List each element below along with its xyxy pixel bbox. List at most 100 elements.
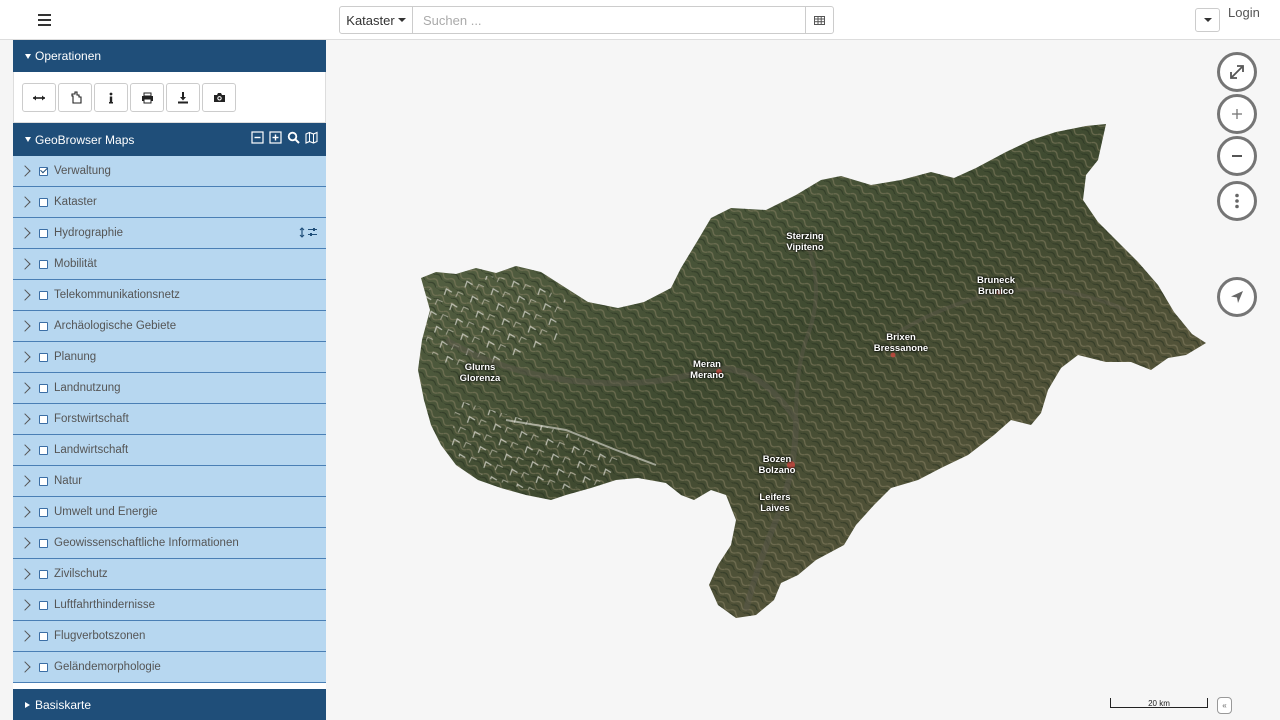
layer-row[interactable]: Landwirtschaft bbox=[13, 435, 326, 466]
search-input[interactable] bbox=[413, 7, 805, 33]
layer-checkbox[interactable] bbox=[39, 352, 48, 362]
chevron-right-icon[interactable] bbox=[19, 320, 31, 332]
layer-row[interactable]: Natur bbox=[13, 466, 326, 497]
geobrowser-panel-header[interactable]: GeoBrowser Maps bbox=[13, 123, 326, 156]
chevron-right-icon[interactable] bbox=[19, 537, 31, 549]
map-icon[interactable] bbox=[305, 131, 318, 144]
user-dropdown-button[interactable] bbox=[1195, 8, 1220, 32]
chevron-right-icon[interactable] bbox=[19, 289, 31, 301]
city-name-it: Bressanone bbox=[873, 343, 929, 354]
camera-button[interactable] bbox=[202, 83, 236, 112]
layer-checkbox[interactable] bbox=[39, 445, 48, 455]
fullscreen-button[interactable] bbox=[1217, 52, 1257, 92]
menu-icon[interactable] bbox=[34, 11, 54, 29]
chevron-right-icon[interactable] bbox=[19, 444, 31, 456]
layer-row[interactable]: Kataster bbox=[13, 187, 326, 218]
layer-checkbox[interactable] bbox=[39, 197, 48, 207]
scale-label: 20 km bbox=[1148, 699, 1170, 708]
more-options-button[interactable] bbox=[1217, 181, 1257, 221]
layer-checkbox[interactable] bbox=[39, 662, 48, 672]
search-type-dropdown[interactable]: Kataster bbox=[340, 7, 413, 33]
layer-checkbox[interactable] bbox=[39, 383, 48, 393]
geobrowser-title: GeoBrowser Maps bbox=[35, 132, 135, 147]
layer-row[interactable]: Planung bbox=[13, 342, 326, 373]
navigation-arrow-icon bbox=[1231, 291, 1243, 303]
layer-row[interactable]: Mobilität bbox=[13, 249, 326, 280]
chevron-right-icon[interactable] bbox=[19, 165, 31, 177]
chevron-right-icon[interactable] bbox=[19, 568, 31, 580]
layer-checkbox[interactable] bbox=[39, 569, 48, 579]
select-button[interactable] bbox=[58, 83, 92, 112]
layer-checkbox[interactable] bbox=[39, 476, 48, 486]
collapse-all-icon[interactable] bbox=[251, 131, 264, 144]
layer-checkbox[interactable] bbox=[39, 259, 48, 269]
city-label: Sterzing Vipiteno bbox=[786, 231, 823, 253]
layer-row[interactable]: Archäologische Gebiete bbox=[13, 311, 326, 342]
expand-icon bbox=[1230, 65, 1244, 79]
layer-checkbox[interactable] bbox=[39, 631, 48, 641]
download-button[interactable] bbox=[166, 83, 200, 112]
basemap-title: Basiskarte bbox=[35, 697, 92, 712]
chevron-right-icon[interactable] bbox=[19, 227, 31, 239]
layer-row[interactable]: Geowissenschaftliche Informationen bbox=[13, 528, 326, 559]
layer-row[interactable]: Landnutzung bbox=[13, 373, 326, 404]
chevron-right-icon[interactable] bbox=[19, 475, 31, 487]
layer-row[interactable]: Luftfahrthindernisse bbox=[13, 590, 326, 621]
table-view-button[interactable] bbox=[805, 7, 833, 33]
search-bar: Kataster bbox=[339, 6, 834, 34]
plus-icon bbox=[1232, 109, 1242, 119]
city-name-it: Vipiteno bbox=[786, 242, 824, 253]
city-label: Glurns Glorenza bbox=[460, 362, 501, 384]
vertical-dots-icon bbox=[1235, 193, 1239, 209]
zoom-in-button[interactable] bbox=[1217, 94, 1257, 134]
sliders-icon[interactable] bbox=[307, 227, 318, 237]
print-icon bbox=[141, 92, 153, 103]
city-name-it: Laives bbox=[760, 503, 790, 514]
layer-checkbox[interactable] bbox=[39, 507, 48, 517]
layer-row[interactable]: Flugverbotszonen bbox=[13, 621, 326, 652]
locate-button[interactable] bbox=[1217, 277, 1257, 317]
measure-button[interactable] bbox=[22, 83, 56, 112]
info-button[interactable] bbox=[94, 83, 128, 112]
layer-row[interactable]: Verwaltung bbox=[13, 156, 326, 187]
layer-checkbox[interactable] bbox=[39, 290, 48, 300]
chevron-right-icon[interactable] bbox=[19, 413, 31, 425]
city-label: Bruneck Brunico bbox=[977, 275, 1015, 297]
sort-icon[interactable] bbox=[299, 227, 305, 238]
map-viewport[interactable]: Sterzing Vipiteno Bruneck Brunico Brixen Br… bbox=[326, 40, 1280, 720]
expand-all-icon[interactable] bbox=[269, 131, 282, 144]
zoom-out-button[interactable] bbox=[1217, 136, 1257, 176]
layer-row[interactable]: Telekommunikationsnetz bbox=[13, 280, 326, 311]
layer-row[interactable]: Umwelt und Energie bbox=[13, 497, 326, 528]
chevron-right-icon[interactable] bbox=[19, 599, 31, 611]
layer-row[interactable]: Geländemorphologie bbox=[13, 652, 326, 683]
operations-panel-header[interactable]: Operationen bbox=[13, 40, 326, 72]
layer-row[interactable]: Forstwirtschaft bbox=[13, 404, 326, 435]
search-icon[interactable] bbox=[287, 131, 300, 144]
basemap-panel-header[interactable]: Basiskarte bbox=[13, 689, 326, 720]
layer-list: Verwaltung Kataster Hydrographie Mobilität T… bbox=[13, 156, 326, 683]
login-link[interactable]: Login bbox=[1228, 5, 1260, 20]
chevron-right-icon[interactable] bbox=[19, 382, 31, 394]
layer-checkbox[interactable] bbox=[39, 228, 48, 238]
layer-label: Hydrographie bbox=[54, 227, 124, 239]
chevron-right-icon[interactable] bbox=[19, 661, 31, 673]
city-name-it: Merano bbox=[690, 370, 724, 381]
chevron-right-icon[interactable] bbox=[19, 351, 31, 363]
layer-row[interactable]: Zivilschutz bbox=[13, 559, 326, 590]
chevron-right-icon[interactable] bbox=[19, 506, 31, 518]
chevron-right-icon[interactable] bbox=[19, 196, 31, 208]
layer-checkbox[interactable] bbox=[39, 166, 48, 176]
layer-label: Kataster bbox=[54, 196, 97, 208]
layer-checkbox[interactable] bbox=[39, 414, 48, 424]
layer-checkbox[interactable] bbox=[39, 600, 48, 610]
chevron-right-icon[interactable] bbox=[19, 258, 31, 270]
layer-checkbox[interactable] bbox=[39, 321, 48, 331]
attribution-button[interactable]: « bbox=[1217, 697, 1232, 714]
print-button[interactable] bbox=[130, 83, 164, 112]
layer-checkbox[interactable] bbox=[39, 538, 48, 548]
layer-label: Flugverbotszonen bbox=[54, 630, 146, 642]
chevron-right-icon[interactable] bbox=[19, 630, 31, 642]
layer-row[interactable]: Hydrographie bbox=[13, 218, 326, 249]
geobrowser-tools bbox=[251, 131, 318, 144]
